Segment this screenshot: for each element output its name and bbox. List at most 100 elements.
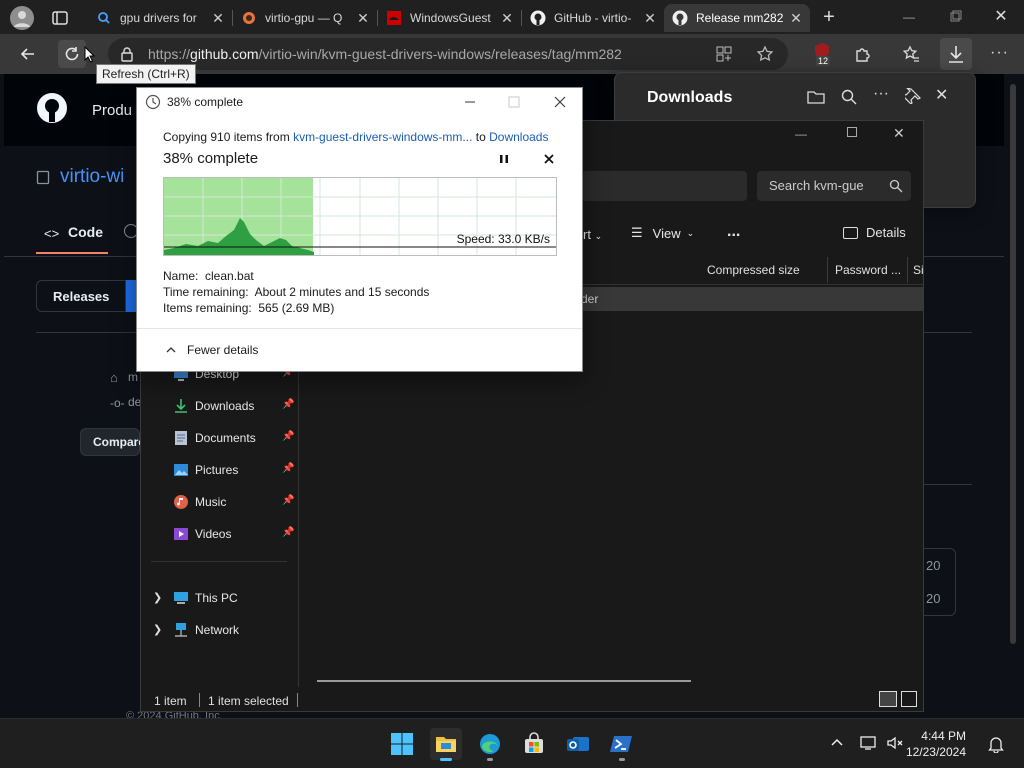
minimize-browser-button[interactable]: —: [892, 6, 926, 28]
tab-release-mm282[interactable]: Release mm282 ✕: [664, 4, 810, 32]
new-tab-button[interactable]: +: [818, 6, 840, 28]
pictures-icon: [173, 462, 189, 478]
nav-item-videos[interactable]: Videos: [173, 523, 231, 545]
bing-search-icon: [96, 10, 112, 26]
pause-button[interactable]: [497, 152, 511, 166]
url-box[interactable]: https://github.com/virtio-win/kvm-guest-…: [108, 38, 788, 70]
tag-label[interactable]: m: [128, 370, 138, 384]
notification-bell-icon[interactable]: [988, 735, 1004, 753]
close-panel-icon[interactable]: ✕: [935, 85, 948, 105]
extensions-puzzle-icon[interactable]: [854, 45, 872, 63]
github-logo-icon[interactable]: [36, 92, 68, 124]
explorer-minimize-button[interactable]: —: [795, 127, 807, 141]
explorer-search-box[interactable]: Search kvm-gue: [757, 171, 911, 201]
nav-item-network[interactable]: Network: [173, 619, 239, 641]
system-clock[interactable]: 4:44 PM 12/23/2024: [906, 728, 966, 760]
chevron-right-icon[interactable]: ❯: [153, 591, 162, 604]
cancel-copy-button[interactable]: [542, 152, 556, 166]
compare-button[interactable]: Compare: [80, 428, 145, 456]
column-header-compressed-size[interactable]: Compressed size: [707, 263, 800, 277]
close-tab-icon[interactable]: ✕: [210, 10, 226, 26]
asset-value: 20: [926, 591, 941, 606]
nav-item-this-pc[interactable]: This PC: [173, 587, 238, 609]
url-text[interactable]: https://github.com/virtio-win/kvm-guest-…: [148, 46, 622, 62]
explorer-maximize-button[interactable]: [847, 127, 857, 137]
to-word: to: [472, 130, 490, 144]
restore-browser-button[interactable]: [938, 6, 972, 28]
source-folder-link[interactable]: kvm-guest-drivers-windows-mm...: [293, 130, 472, 144]
details-pane-button[interactable]: Details: [843, 225, 906, 240]
close-tab-icon[interactable]: ✕: [642, 10, 658, 26]
explorer-address-field[interactable]: [581, 171, 747, 201]
open-folder-icon[interactable]: [807, 89, 825, 105]
volume-muted-icon[interactable]: [886, 735, 904, 751]
tab-virtio-gpu[interactable]: virtio-gpu — Q ✕: [233, 4, 377, 32]
ublock-extension-icon[interactable]: 12: [812, 42, 832, 66]
network-status-icon[interactable]: [860, 735, 878, 751]
chevron-down-icon: ⌄: [594, 231, 603, 241]
nav-item-downloads[interactable]: Downloads: [173, 395, 254, 417]
releases-button[interactable]: Releases: [36, 280, 126, 312]
code-tab[interactable]: Code: [68, 224, 103, 240]
explorer-close-button[interactable]: ✕: [893, 125, 905, 142]
nav-label: Music: [195, 495, 227, 509]
lock-icon[interactable]: [120, 46, 134, 62]
back-button[interactable]: [14, 40, 42, 68]
close-tab-icon[interactable]: ✕: [788, 10, 804, 26]
refresh-button[interactable]: [58, 40, 86, 68]
column-header-password[interactable]: Password ...: [835, 263, 901, 277]
nav-divider: [151, 561, 287, 562]
product-menu[interactable]: Produ: [92, 102, 132, 119]
page-scrollbar[interactable]: [1010, 84, 1016, 644]
copy-progress-dialog: 38% complete Copying 910 items from kvm-…: [136, 87, 583, 372]
computer-icon: [173, 590, 189, 606]
more-menu-icon[interactable]: ···: [990, 44, 1009, 62]
dialog-footer: Fewer details: [137, 328, 582, 371]
taskbar-powershell[interactable]: [606, 728, 638, 761]
edge-browser-icon: [480, 734, 500, 754]
start-button[interactable]: [386, 728, 418, 760]
qemu-icon: [241, 10, 257, 26]
dialog-close-button[interactable]: [537, 88, 583, 116]
taskbar-edge[interactable]: [474, 728, 506, 761]
taskbar-file-explorer[interactable]: [430, 728, 462, 761]
tiles-view-icon[interactable]: [901, 691, 917, 707]
taskbar-outlook[interactable]: [562, 728, 594, 760]
taskbar-store[interactable]: [518, 728, 550, 760]
favorites-icon[interactable]: [902, 45, 920, 63]
tab-windows-guest[interactable]: WindowsGuest ✕: [378, 4, 521, 32]
running-indicator: [487, 758, 493, 761]
status-divider: [199, 693, 200, 707]
fewer-details-button[interactable]: Fewer details: [165, 343, 258, 357]
nav-item-pictures[interactable]: Pictures: [173, 459, 238, 481]
nav-item-documents[interactable]: Documents: [173, 427, 256, 449]
profile-avatar[interactable]: [10, 6, 34, 30]
tab-actions-icon[interactable]: [50, 8, 70, 28]
close-browser-button[interactable]: ✕: [984, 6, 1018, 28]
explorer-more-button[interactable]: ...: [727, 223, 740, 241]
tab-gpu-drivers[interactable]: gpu drivers for ✕: [88, 4, 232, 32]
column-header-size[interactable]: Si: [913, 263, 924, 277]
downloads-more-icon[interactable]: ···: [873, 85, 889, 103]
nav-item-music[interactable]: Music: [173, 491, 226, 513]
destination-folder-link[interactable]: Downloads: [489, 130, 548, 144]
search-downloads-icon[interactable]: [841, 89, 857, 105]
sort-label: rt: [583, 227, 591, 242]
chevron-right-icon[interactable]: ❯: [153, 623, 162, 636]
tab-github-virtio[interactable]: GitHub - virtio- ✕: [522, 4, 664, 32]
show-hidden-icons-icon[interactable]: [830, 737, 844, 747]
close-tab-icon[interactable]: ✕: [355, 10, 371, 26]
app-available-icon[interactable]: [716, 46, 732, 62]
favorite-star-icon[interactable]: [756, 45, 774, 63]
nav-label: Pictures: [195, 463, 239, 477]
dialog-minimize-button[interactable]: [447, 88, 493, 116]
close-tab-icon[interactable]: ✕: [499, 10, 515, 26]
details-view-icon[interactable]: [879, 691, 897, 707]
transfer-speed-graph: Speed: 33.0 KB/s: [163, 177, 557, 256]
repo-link[interactable]: virtio-wi: [60, 166, 124, 188]
pin-panel-icon[interactable]: [905, 88, 921, 104]
sort-button[interactable]: rt ⌄: [583, 227, 602, 242]
horizontal-scrollbar[interactable]: [317, 680, 691, 682]
view-button[interactable]: ☰ View ⌄: [631, 225, 694, 241]
downloads-button[interactable]: [940, 38, 972, 70]
